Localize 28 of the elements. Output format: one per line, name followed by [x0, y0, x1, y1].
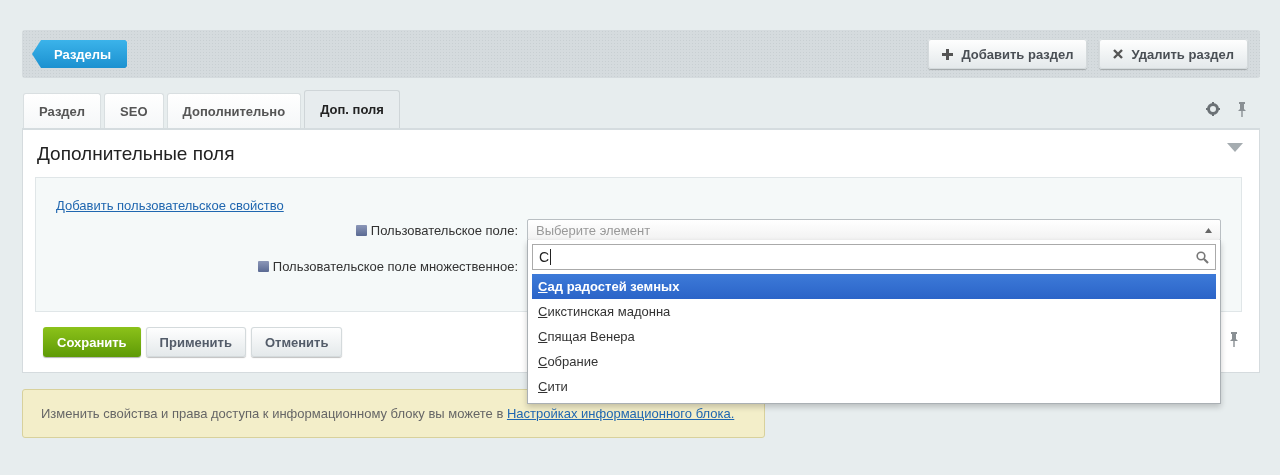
pin-icon[interactable] [1238, 101, 1246, 117]
dropdown-option[interactable]: Собрание [532, 349, 1216, 374]
add-section-button[interactable]: Добавить раздел [928, 39, 1088, 69]
tab[interactable]: Дополнительно [166, 93, 302, 128]
field-label: Пользовательское поле множественное: [272, 258, 518, 274]
dropdown-option[interactable]: Сикстинская мадонна [532, 299, 1216, 324]
field-label: Пользовательское поле: [370, 222, 518, 238]
settings-link[interactable]: Настройках информационного блока. [506, 406, 735, 421]
tab[interactable]: Раздел [23, 93, 102, 128]
dropdown-option[interactable]: Спящая Венера [532, 324, 1216, 349]
panel-title: Дополнительные поля [36, 142, 235, 165]
info-message: Изменить свойства и права доступа к информационному блоку вы можете в Настройках информационного блока. [41, 406, 736, 421]
dropdown-option[interactable]: Сад радостей земных [532, 274, 1216, 299]
plus-icon [942, 48, 954, 60]
search-field[interactable]: С [532, 244, 1216, 270]
action-button[interactable]: Отменить [250, 327, 343, 357]
close-icon [1113, 49, 1124, 59]
pin-icon[interactable] [1230, 332, 1238, 347]
collapse-arrow-icon[interactable] [1227, 143, 1243, 152]
search-icon [1196, 250, 1209, 264]
add-property-link[interactable]: Добавить пользовательское свойство [56, 198, 284, 213]
settings-icon[interactable] [1206, 101, 1220, 116]
caret-icon [1205, 227, 1212, 233]
action-button[interactable]: Применить [145, 327, 246, 357]
tab[interactable]: SEO [104, 93, 164, 128]
tab[interactable]: Доп. поля [304, 90, 400, 128]
dropdown-option[interactable]: Сити [532, 374, 1216, 399]
delete-section-button[interactable]: Удалить раздел [1099, 39, 1248, 69]
